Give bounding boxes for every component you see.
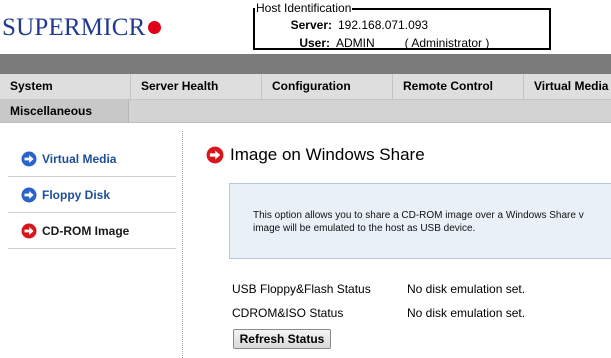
menu-remote-control[interactable]: Remote Control (393, 74, 524, 99)
server-value: 192.168.071.093 (338, 18, 429, 32)
info-line-2: image will be emulated to the host as US… (253, 223, 476, 234)
cdrom-iso-status-value: No disk emulation set. (407, 306, 526, 320)
sidebar-item-label: CD-ROM Image (42, 224, 130, 238)
sidebar: Virtual Media Floppy Disk CD-ROM Image (0, 131, 183, 358)
usb-floppy-status-value: No disk emulation set. (407, 282, 526, 296)
logo-dot-icon (147, 21, 161, 34)
menu-configuration[interactable]: Configuration (262, 74, 393, 99)
sub-menu-bar: Miscellaneous (0, 100, 611, 123)
server-label: Server: (290, 18, 332, 32)
host-identification-title: Host Identification (255, 1, 353, 15)
arrow-right-circle-blue-icon (21, 187, 37, 203)
host-server-row: Server: 192.168.071.093 (288, 18, 428, 32)
info-box: This option allows you to share a CD-ROM… (229, 183, 611, 259)
supermicro-logo: SUPERMICR (2, 14, 161, 42)
sidebar-item-virtual-media[interactable]: Virtual Media (8, 141, 176, 177)
menu-virtual-media[interactable]: Virtual Media (524, 74, 611, 99)
arrow-right-circle-blue-icon (21, 151, 37, 167)
main-menu-bar: System Server Health Configuration Remot… (0, 74, 611, 100)
menu-miscellaneous[interactable]: Miscellaneous (0, 100, 129, 122)
sidebar-item-floppy-disk[interactable]: Floppy Disk (8, 177, 176, 213)
menu-server-health[interactable]: Server Health (131, 74, 262, 99)
sidebar-item-label: Virtual Media (42, 152, 117, 166)
sidebar-item-label: Floppy Disk (42, 188, 111, 202)
logo-text: SUPERMICR (2, 14, 146, 41)
usb-floppy-status-label: USB Floppy&Flash Status (232, 282, 371, 296)
user-label: User: (299, 36, 330, 50)
header-divider-bar (0, 54, 611, 74)
arrow-right-circle-red-icon (21, 223, 37, 239)
page-title-text: Image on Windows Share (230, 145, 425, 164)
user-role: ( Administrator ) (404, 36, 490, 50)
host-user-row: User: ADMIN ( Administrator ) (288, 36, 489, 50)
arrow-right-circle-red-icon (206, 146, 224, 164)
info-line-1: This option allows you to share a CD-ROM… (253, 210, 584, 221)
cdrom-iso-status-label: CDROM&ISO Status (232, 306, 344, 320)
sidebar-item-cd-rom-image[interactable]: CD-ROM Image (8, 213, 176, 249)
refresh-status-button[interactable]: Refresh Status (233, 329, 331, 349)
user-value: ADMIN (336, 36, 375, 50)
info-text: This option allows you to share a CD-ROM… (253, 209, 611, 235)
menu-system[interactable]: System (0, 74, 131, 99)
